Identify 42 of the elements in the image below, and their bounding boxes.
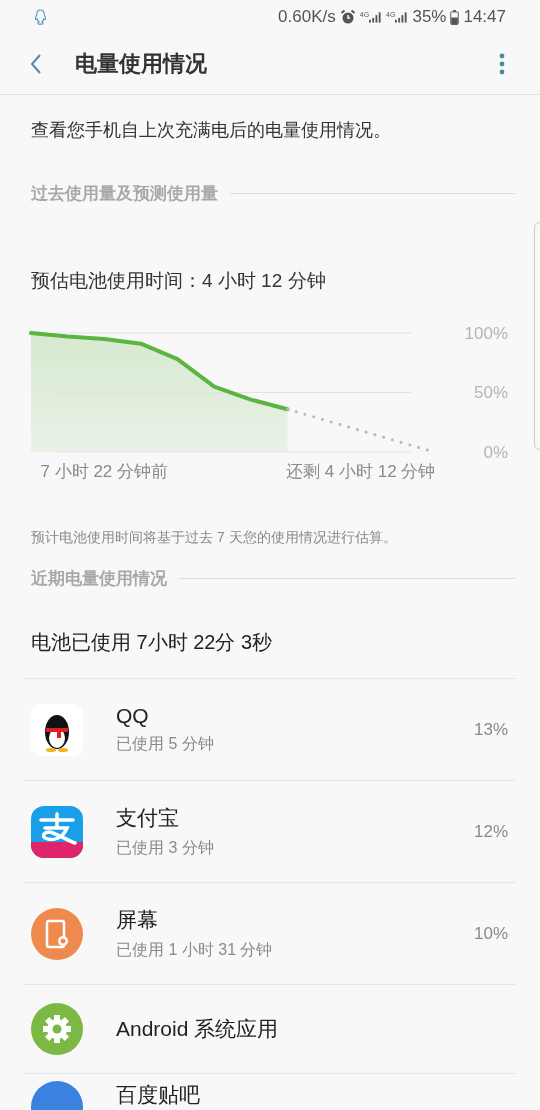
- app-icon: [31, 1003, 83, 1055]
- app-icon: [31, 805, 83, 858]
- app-icon: [31, 907, 83, 960]
- app-usage-row[interactable]: 屏幕 已使用 1 小时 31 分钟 10%: [24, 882, 516, 984]
- battery-percent: 35%: [412, 7, 447, 27]
- network-speed: 0.60K/s: [278, 7, 336, 27]
- back-icon[interactable]: [30, 53, 42, 75]
- app-usage-row[interactable]: QQ 已使用 5 分钟 13%: [24, 678, 516, 780]
- usage-time: 已使用 1 小时 31 分钟: [116, 940, 274, 960]
- app-usage-row[interactable]: 支付宝 已使用 3 分钟 12%: [24, 780, 516, 882]
- description-text: 查看您手机自上次充满电后的电量使用情况。: [31, 119, 392, 142]
- battery-icon: [450, 9, 460, 25]
- app-name: QQ: [116, 704, 150, 728]
- battery-used-text: 电池已使用 7小时 22分 3秒: [31, 630, 274, 655]
- app-name: Android 系统应用: [116, 1016, 280, 1042]
- alarm-icon: [339, 9, 356, 25]
- app-usage-row[interactable]: Android 系统应用: [24, 984, 516, 1073]
- signal-icon: [395, 11, 409, 23]
- usage-percent: 10%: [473, 923, 508, 944]
- app-name: 支付宝: [116, 805, 180, 831]
- usage-time: 已使用 3 分钟: [116, 838, 215, 858]
- app-usage-row[interactable]: 百度贴吧: [24, 1073, 516, 1110]
- axis-label: 7 小时 22 分钟前: [40, 461, 169, 483]
- app-name: 屏幕: [116, 907, 159, 933]
- usage-percent: 12%: [473, 821, 508, 842]
- page-title: 电量使用情况: [75, 50, 208, 78]
- axis-label: 50%: [473, 383, 508, 402]
- more-options-icon[interactable]: [499, 53, 505, 75]
- axis-label: 还剩 4 小时 12 分钟: [286, 461, 436, 483]
- note-text: 预计电池使用时间将基于过去 7 天您的使用情况进行估算。: [31, 529, 398, 547]
- usage-percent: 13%: [473, 719, 508, 740]
- app-name: 百度贴吧: [116, 1082, 201, 1108]
- section-header: 近期电量使用情况: [31, 568, 167, 590]
- penguin-icon: [33, 8, 48, 26]
- axis-label: 0%: [483, 442, 508, 462]
- signal-icon: [369, 11, 383, 23]
- app-icon: [31, 703, 83, 756]
- clock-time: 14:47: [463, 7, 506, 27]
- usage-time: 已使用 5 分钟: [116, 734, 215, 754]
- axis-label: 100%: [464, 323, 508, 343]
- section-header: 过去使用量及预测使用量: [31, 183, 218, 205]
- estimate-text: 预估电池使用时间：4 小时 12 分钟: [31, 269, 327, 293]
